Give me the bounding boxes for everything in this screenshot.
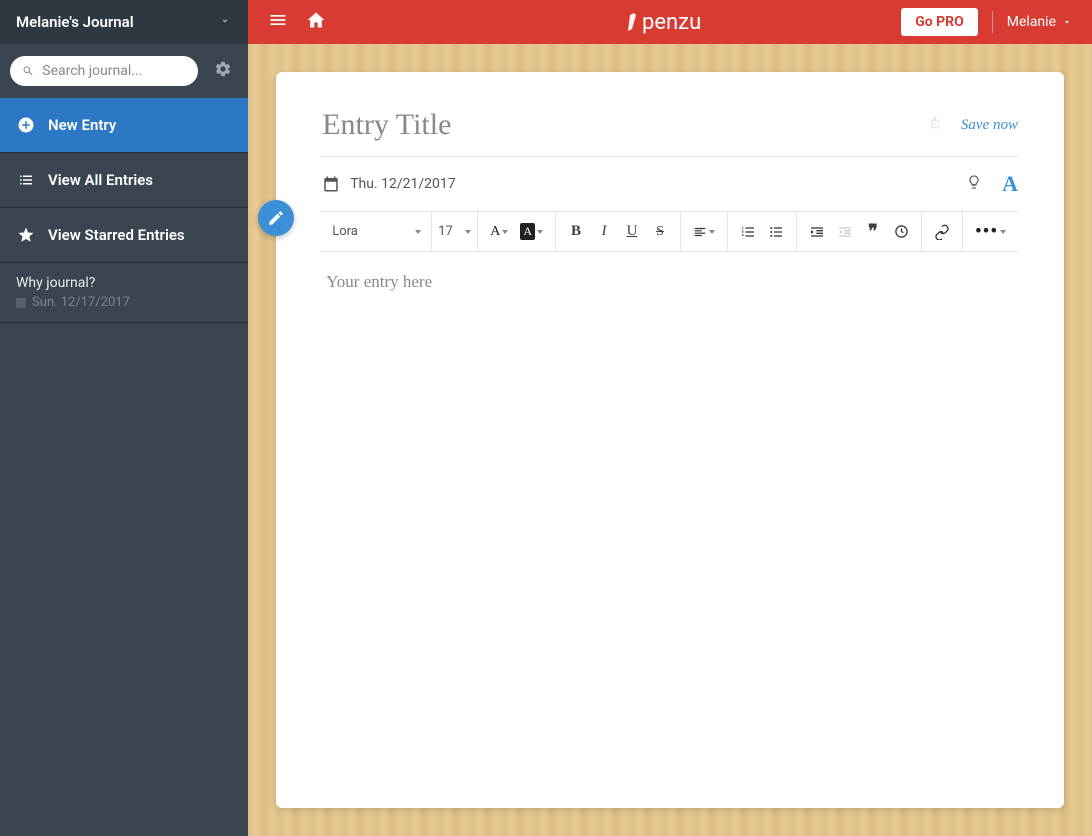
user-menu[interactable]: Melanie [1007,14,1072,30]
timestamp-button[interactable] [889,218,913,246]
main-area: penzu Go PRO Melanie [248,0,1092,836]
app-logo[interactable]: penzu [624,7,716,37]
search-icon [22,64,34,78]
format-toggle-button[interactable]: A [1002,171,1018,197]
caret-down-icon [1000,230,1006,234]
font-size-label: 17 [438,224,453,239]
penzu-logo-icon: penzu [624,7,716,37]
indent-group: ❞ [797,212,922,251]
link-group [922,212,963,251]
indent-button[interactable] [805,218,829,246]
prompt-button[interactable] [966,174,982,194]
topbar-right: Go PRO Melanie [901,8,1072,36]
journal-dropdown[interactable]: Melanie's Journal [0,0,248,44]
ordered-list-button[interactable] [736,218,760,246]
entry-title-input[interactable] [322,108,739,142]
home-button[interactable] [306,10,326,34]
search-input[interactable] [42,63,186,79]
link-button[interactable] [930,218,954,246]
pencil-icon [267,209,285,227]
bold-button[interactable]: B [564,218,588,246]
font-size-select[interactable]: 17 [432,212,478,251]
link-icon [934,224,950,240]
go-pro-button[interactable]: Go PRO [901,8,978,36]
save-now-link[interactable]: Save now [961,117,1018,134]
format-toolbar: Lora 17 A A [322,212,1018,252]
sidebar-item-label: View Starred Entries [48,226,185,244]
editor-paper: Save now Thu. 12/21/2017 A Lora [276,72,1064,808]
menu-button[interactable] [268,10,288,34]
hamburger-icon [268,10,288,30]
color-group: A A [478,212,556,251]
svg-text:penzu: penzu [642,10,701,35]
journal-name: Melanie's Journal [16,13,134,31]
sidebar: Melanie's Journal New Entry View All Ent… [0,0,248,836]
caret-down-icon [465,230,471,234]
home-icon [306,10,326,30]
entry-status-icon [16,298,26,308]
italic-button[interactable]: I [592,218,616,246]
ordered-list-icon [740,224,756,240]
sidebar-item-label: View All Entries [48,171,153,189]
sidebar-item-all-entries[interactable]: View All Entries [0,153,248,208]
settings-button[interactable] [208,60,238,82]
font-family-select[interactable]: Lora [322,212,432,251]
indent-icon [809,224,825,240]
clock-icon [894,224,909,239]
entry-item-date: Sun. 12/17/2017 [16,295,232,310]
gear-icon [214,60,232,78]
caret-down-icon [1062,17,1072,27]
save-area: Save now [927,113,1018,137]
chevron-down-icon [218,13,232,32]
star-icon [16,226,36,244]
blockquote-button[interactable]: ❞ [861,218,885,246]
outdent-icon [837,224,853,240]
search-row [0,44,248,98]
entry-item-title: Why journal? [16,275,232,291]
user-name: Melanie [1007,14,1056,30]
unordered-list-button[interactable] [764,218,788,246]
calendar-icon [322,175,340,193]
align-button[interactable] [689,218,719,246]
caret-down-icon [709,230,715,234]
lock-icon[interactable] [927,113,943,137]
sidebar-item-starred[interactable]: View Starred Entries [0,208,248,263]
align-left-icon [693,225,707,239]
ellipsis-icon: ••• [975,223,998,241]
unordered-list-icon [768,224,784,240]
meta-right: A [966,171,1018,197]
editor-body[interactable]: Your entry here [322,252,1018,652]
style-group: B I U S [556,212,681,251]
topbar: penzu Go PRO Melanie [248,0,1092,44]
strikethrough-button[interactable]: S [648,218,672,246]
lightbulb-icon [966,174,982,190]
search-box[interactable] [10,56,198,86]
more-group: ••• [963,212,1018,251]
align-group [681,212,728,251]
entry-list-item[interactable]: Why journal? Sun. 12/17/2017 [0,263,248,323]
caret-down-icon [537,230,543,234]
topbar-left [268,10,326,34]
workspace: Save now Thu. 12/21/2017 A Lora [248,44,1092,836]
font-name-label: Lora [332,224,358,239]
more-button[interactable]: ••• [971,218,1010,246]
outdent-button[interactable] [833,218,857,246]
new-entry-button[interactable]: New Entry [0,98,248,153]
caret-down-icon [502,230,508,234]
topbar-divider [992,11,993,33]
entry-date-picker[interactable]: Thu. 12/21/2017 [322,175,455,193]
add-circle-icon [16,116,36,134]
list-group [728,212,797,251]
edit-mode-button[interactable] [258,200,294,236]
text-color-button[interactable]: A [486,218,512,246]
caret-down-icon [415,230,421,234]
paper-header: Save now [322,108,1018,157]
list-icon [16,171,36,189]
entry-date-text: Thu. 12/21/2017 [350,176,455,192]
new-entry-label: New Entry [48,116,116,134]
highlight-color-button[interactable]: A [516,218,547,246]
meta-row: Thu. 12/21/2017 A [322,157,1018,212]
underline-button[interactable]: U [620,218,644,246]
